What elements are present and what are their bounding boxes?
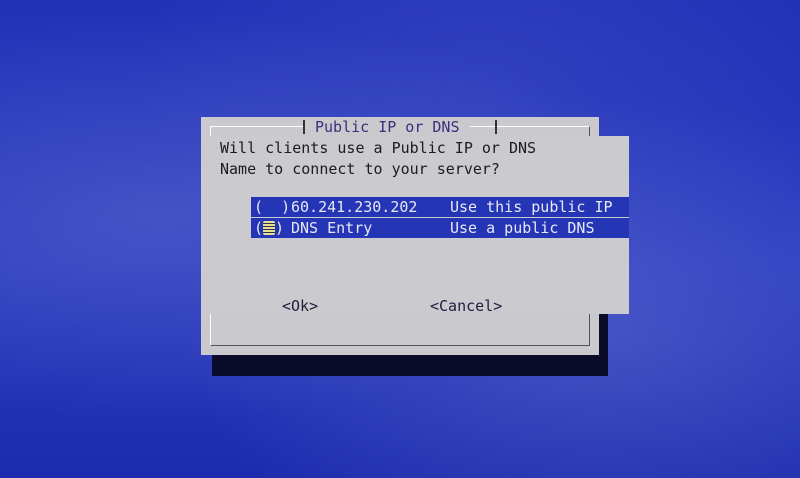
option-description: Use a public DNS	[450, 219, 595, 237]
dialog-title: Public IP or DNS	[305, 117, 470, 137]
radio-button-unselected[interactable]: ( )	[254, 197, 290, 217]
option-value: 60.241.230.202	[291, 198, 418, 216]
option-description: Use this public IP	[450, 198, 613, 216]
cancel-button[interactable]: <Cancel>	[430, 296, 502, 316]
radio-button-selected[interactable]: ()	[254, 218, 284, 238]
title-right-bar	[495, 120, 497, 134]
ok-button[interactable]: <Ok>	[282, 296, 318, 316]
button-bar: <Ok> <Cancel>	[0, 296, 800, 316]
radio-list: ( ) 60.241.230.202 Use this public IP ()…	[251, 197, 629, 238]
prompt-area: Will clients use a Public IP or DNS Name…	[201, 136, 629, 194]
option-value: DNS Entry	[291, 219, 373, 237]
radio-option-public-ip[interactable]: ( ) 60.241.230.202 Use this public IP	[251, 197, 629, 217]
radio-option-dns-entry[interactable]: () DNS Entry Use a public DNS	[251, 218, 629, 238]
dialog-prompt: Will clients use a Public IP or DNS Name…	[220, 139, 537, 178]
radio-selected-marker-icon	[263, 221, 276, 235]
